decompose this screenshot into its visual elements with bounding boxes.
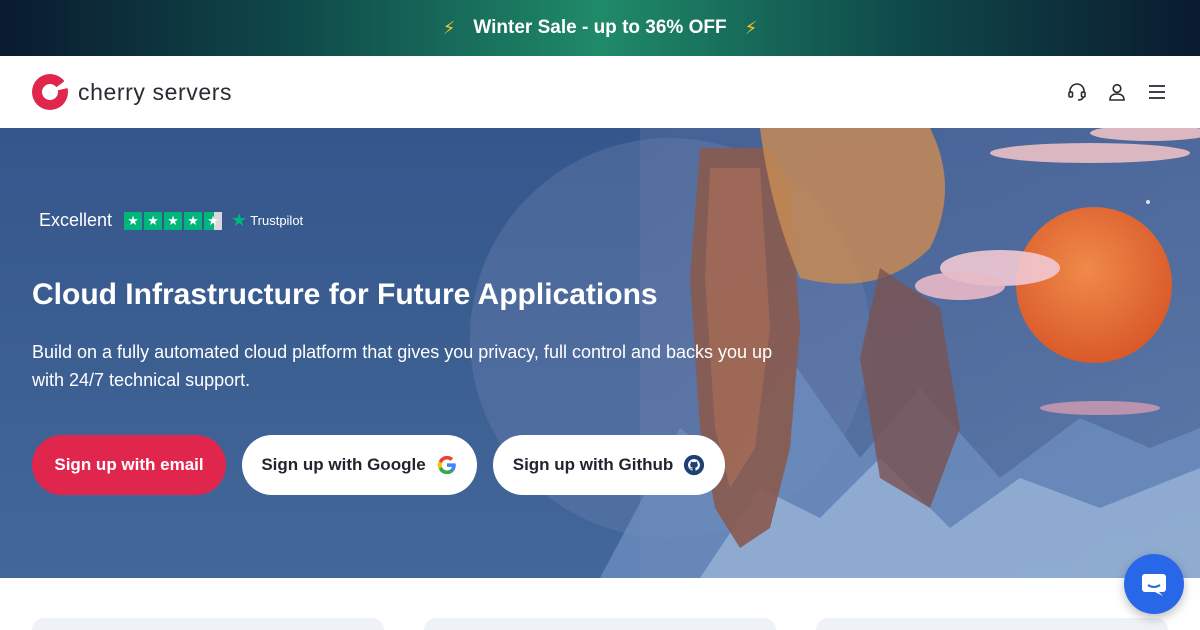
signup-github-label: Sign up with Github [512, 455, 674, 474]
hero-subtext: Build on a fully automated cloud platfor… [32, 342, 773, 390]
logo-text: cherry servers [78, 78, 233, 105]
promo-text[interactable]: Winter Sale - up to 36% OFF [473, 17, 726, 39]
trustpilot-rating[interactable]: Excellent ★ ★ ★ ★ ★ ★ Trustpilot [39, 210, 303, 231]
rating-stars: ★ ★ ★ ★ ★ [124, 211, 223, 230]
logo[interactable]: cherry servers [32, 74, 232, 110]
signup-github-button[interactable]: Sign up with Github [493, 435, 725, 495]
hero-headline: Cloud Infrastructure for Future Applicat… [32, 278, 658, 311]
half-star-icon: ★ [204, 211, 223, 230]
trustpilot-label: Trustpilot [250, 213, 304, 228]
signup-email-label: Sign up with email [54, 455, 204, 474]
feature-card [424, 618, 776, 630]
signup-google-button[interactable]: Sign up with Google [242, 435, 477, 495]
headset-icon[interactable] [1066, 81, 1088, 103]
user-icon[interactable] [1106, 81, 1128, 103]
menu-icon[interactable] [1146, 81, 1168, 103]
star-icon: ★ [164, 211, 183, 230]
star-icon: ★ [144, 211, 163, 230]
star-icon: ★ [124, 211, 143, 230]
header-icons [1066, 81, 1168, 103]
hero-section: Excellent ★ ★ ★ ★ ★ ★ Trustpilot Cloud I… [0, 128, 1200, 578]
github-icon [684, 454, 705, 476]
signup-google-label: Sign up with Google [261, 455, 426, 474]
trustpilot-logo: ★ Trustpilot [231, 210, 303, 231]
chat-icon [1142, 574, 1166, 596]
chat-button[interactable] [1124, 554, 1184, 614]
feature-card [816, 618, 1168, 630]
trustpilot-star-icon: ★ [231, 210, 248, 230]
bolt-icon: ⚡ [744, 17, 758, 38]
google-icon [437, 455, 456, 475]
feature-card [32, 618, 384, 630]
promo-banner[interactable]: ⚡ Winter Sale - up to 36% OFF ⚡ [0, 0, 1200, 56]
signup-email-button[interactable]: Sign up with email [32, 435, 226, 495]
cherry-logo-icon [32, 74, 68, 110]
bolt-icon: ⚡ [442, 17, 456, 38]
star-icon: ★ [184, 211, 203, 230]
rating-label: Excellent [39, 210, 113, 230]
site-header: cherry servers [0, 56, 1200, 128]
